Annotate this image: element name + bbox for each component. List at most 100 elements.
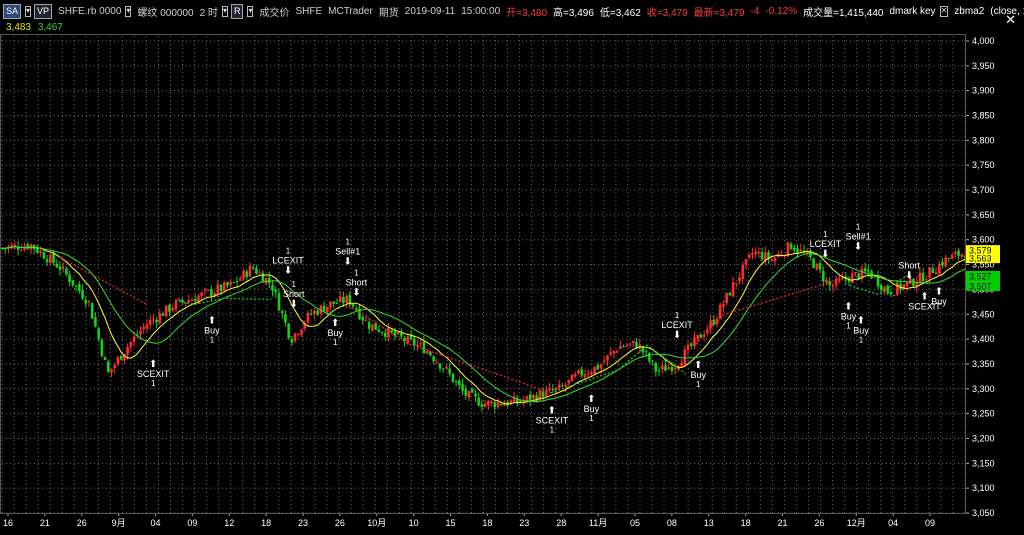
y-tick-label: 3,100 <box>972 483 995 493</box>
candle-body <box>722 304 725 307</box>
signal-qty: 1 <box>210 335 215 344</box>
candle-body <box>689 343 693 346</box>
signal-qty: 1 <box>589 414 594 423</box>
candle-body <box>712 319 716 325</box>
y-tick-label: 3,650 <box>972 210 995 220</box>
candle-body <box>200 292 203 296</box>
x-tick-label: 18 <box>261 518 271 528</box>
candle-body <box>867 269 870 272</box>
candle-body <box>390 330 394 333</box>
candle-body <box>548 387 551 390</box>
signal-qty: 1 <box>345 238 350 247</box>
x-tick-label: 28 <box>556 518 566 528</box>
candle-body <box>239 278 242 281</box>
candle-body <box>438 363 442 369</box>
candle-body <box>396 332 400 335</box>
candle-body <box>338 296 342 302</box>
signal-arrow-down-icon: ⬇ <box>344 257 352 268</box>
price-label-text: 3,579 <box>969 246 992 256</box>
candle-body <box>818 263 822 270</box>
candle-body <box>773 257 777 262</box>
y-tick-label: 3,250 <box>972 409 995 419</box>
candle-body <box>322 305 326 312</box>
x-tick-label: 09 <box>187 518 197 528</box>
candle-body <box>377 329 381 332</box>
candle-body <box>222 282 226 291</box>
candle-body <box>119 355 123 360</box>
price-label-text: 3,507 <box>969 281 992 291</box>
candle-body <box>532 394 535 399</box>
candle-body <box>126 346 129 355</box>
candle-body <box>554 387 558 390</box>
candle-body <box>158 313 162 324</box>
candle-body <box>84 299 88 304</box>
candle-body <box>754 251 757 255</box>
candle-body <box>106 361 110 373</box>
candle-body <box>271 285 274 291</box>
candle-body <box>39 251 42 253</box>
candle-body <box>545 389 548 397</box>
y-tick-label: 3,150 <box>972 458 995 468</box>
candle-body <box>615 350 619 352</box>
candle-body <box>744 258 748 265</box>
candle-body <box>686 344 690 351</box>
candle-body <box>490 401 493 403</box>
candle-body <box>219 284 223 292</box>
candle-body <box>541 391 545 398</box>
signal-qty: 1 <box>292 280 297 289</box>
candle-body <box>696 335 699 340</box>
candle-body <box>725 293 728 303</box>
candle-body <box>635 341 638 349</box>
candle-body <box>74 285 78 287</box>
candle-body <box>364 320 368 322</box>
candle-body <box>760 252 764 260</box>
candle-body <box>751 253 754 256</box>
candle-body <box>190 299 194 302</box>
signal-qty: 1 <box>856 223 861 232</box>
candle-body <box>561 385 564 387</box>
x-tick-label: 26 <box>814 518 824 528</box>
candle-body <box>683 349 687 365</box>
candle-body <box>145 324 149 329</box>
signal-arrow-down-icon: ⬇ <box>290 299 298 310</box>
candle-body <box>525 396 529 400</box>
signal-label: Short <box>898 260 920 270</box>
candle-body <box>300 329 303 335</box>
candle-body <box>937 263 941 274</box>
candle-body <box>380 331 384 333</box>
candle-body <box>551 388 555 391</box>
price-label-text: 3,527 <box>969 271 992 281</box>
x-tick-label: 04 <box>151 518 161 528</box>
candle-body <box>796 248 799 253</box>
candle-body <box>361 316 365 321</box>
signal-arrow-down-icon: ⬇ <box>821 249 829 260</box>
candle-body <box>451 373 455 382</box>
candle-body <box>132 336 136 343</box>
candle-body <box>599 364 603 369</box>
candle-body <box>583 374 587 378</box>
signal-label: Buy <box>931 296 947 306</box>
signal-arrow-down-icon: ⬇ <box>905 270 913 281</box>
candle-body <box>464 389 468 396</box>
candle-body <box>71 280 75 286</box>
candle-body <box>673 367 677 370</box>
candle-body <box>351 303 355 307</box>
price-chart[interactable]: 4,000 3,950 3,900 3,850 3,800 3,750 3,700 3,650… <box>0 0 1024 535</box>
candle-body <box>68 274 71 283</box>
candle-body <box>77 284 81 292</box>
x-tick-label: 15 <box>446 518 456 528</box>
candle-body <box>332 301 336 304</box>
signal-qty: 1 <box>286 246 291 255</box>
candle-body <box>731 282 735 297</box>
candle-body <box>586 373 590 375</box>
candle-body <box>242 270 245 280</box>
signal-label: Buy <box>327 328 343 338</box>
candle-body <box>477 397 480 406</box>
signal-label: Buy <box>690 370 706 380</box>
candle-body <box>400 332 403 337</box>
candle-body <box>20 249 23 251</box>
candle-body <box>921 272 925 282</box>
candle-body <box>226 282 229 286</box>
x-tick-label: 9月 <box>112 518 126 528</box>
candle-body <box>313 310 316 315</box>
